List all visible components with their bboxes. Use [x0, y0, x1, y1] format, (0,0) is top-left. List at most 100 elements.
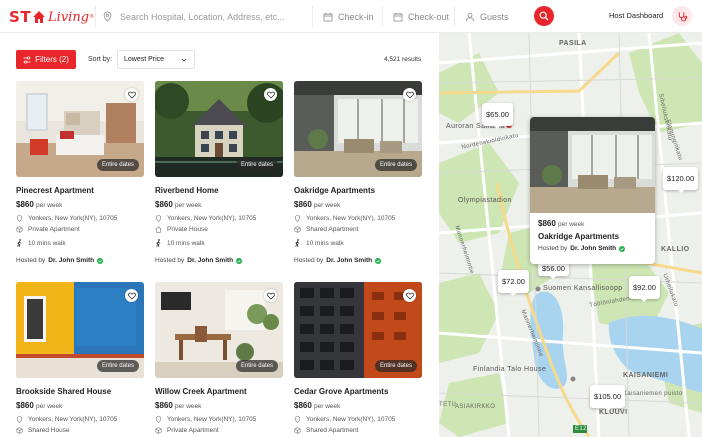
map-label-finlandia: Finlandia Talo House — [473, 366, 547, 373]
map-label-kaisaniemen-puisto: Kaisaniemen puisto — [623, 391, 683, 397]
popup-price: $860 per week — [538, 219, 655, 228]
location-pin-icon — [16, 215, 23, 222]
home-icon — [155, 226, 162, 233]
listing-card[interactable]: Entire dates Riverbend Home $860 per wee… — [155, 81, 283, 264]
header-divider — [95, 6, 96, 27]
listing-location: Yonkers, New York(NY), 10705 — [155, 215, 283, 222]
host-name[interactable]: Dr. John Smith — [48, 257, 94, 264]
map-price-pin[interactable]: $72.00 — [498, 270, 529, 296]
popup-host-info: Hosted by Dr. John Smith — [538, 245, 655, 252]
cube-icon — [155, 427, 162, 434]
map-price-pin[interactable]: $105.00 — [590, 385, 626, 411]
user-menu-button[interactable] — [672, 6, 692, 26]
walk-text: 10 mins walk — [28, 239, 66, 247]
host-dashboard-link[interactable]: Host Dashboard — [609, 11, 663, 20]
listing-photo[interactable]: Entire dates — [155, 81, 283, 177]
filters-button[interactable]: Filters (2) — [16, 50, 76, 69]
calendar-icon — [323, 12, 333, 21]
heart-icon — [127, 91, 136, 99]
listing-type: Shared House — [16, 427, 144, 434]
listing-name[interactable]: Brookside Shared House — [16, 387, 144, 396]
checkin-field[interactable]: Check-in — [323, 10, 374, 23]
entire-dates-badge: Entire dates — [96, 360, 139, 372]
location-text: Yonkers, New York(NY), 10705 — [28, 215, 118, 222]
listing-card[interactable]: Entire dates Cedar Grove Apartments $860… — [294, 282, 422, 434]
price-amount: $860 — [155, 200, 173, 209]
map-listing-popup[interactable]: $860 per week Oakridge Apartments Hosted… — [530, 117, 655, 264]
listing-name[interactable]: Riverbend Home — [155, 186, 283, 195]
map-label-suomen: Suomen Kansallisoopp — [543, 285, 623, 292]
location-text: Yonkers, New York(NY), 10705 — [306, 416, 396, 423]
listing-photo[interactable]: Entire dates — [294, 282, 422, 378]
favorite-button[interactable] — [264, 88, 277, 101]
listing-name[interactable]: Oakridge Apartments — [294, 186, 422, 195]
listing-name[interactable]: Cedar Grove Apartments — [294, 387, 422, 396]
listing-name[interactable]: Willow Creek Apartment — [155, 387, 283, 396]
guests-field[interactable]: Guests — [465, 10, 509, 23]
favorite-button[interactable] — [403, 88, 416, 101]
listing-photo[interactable]: Entire dates — [16, 81, 144, 177]
verified-check-icon — [619, 245, 626, 252]
host-name[interactable]: Dr. John Smith — [326, 257, 372, 264]
brand-logo[interactable]: ST Living ® — [9, 7, 94, 27]
map-price-pin[interactable]: $120.00 — [663, 167, 699, 193]
listing-card[interactable]: Entire dates Willow Creek Apartment $860… — [155, 282, 283, 434]
sort-label: Sort by: — [88, 56, 113, 63]
listing-card[interactable]: Entire dates Brookside Shared House $860… — [16, 282, 144, 434]
listing-price: $860 per week — [155, 401, 283, 410]
filters-label: Filters (2) — [35, 55, 69, 64]
checkout-field[interactable]: Check-out — [393, 10, 449, 23]
host-info: Hosted by Dr. John Smith — [16, 257, 144, 264]
map-label-asiakirkko: ASIAKIRKKO — [455, 404, 496, 410]
location-pin-icon — [155, 416, 162, 423]
entire-dates-badge: Entire dates — [235, 360, 278, 372]
popup-price-unit: per week — [558, 221, 585, 228]
listing-photo[interactable]: Entire dates — [155, 282, 283, 378]
listing-name[interactable]: Pinecrest Apartment — [16, 186, 144, 195]
map-label-kaisaniemi: KAISANIEMI — [623, 372, 669, 379]
sort-select[interactable]: Lowest Price — [117, 50, 195, 69]
map-label-e12: E12 — [575, 426, 587, 432]
popup-listing-name[interactable]: Oakridge Apartments — [538, 232, 655, 241]
walking-icon — [295, 239, 300, 247]
listing-photo[interactable]: Entire dates — [16, 282, 144, 378]
verified-check-icon — [97, 257, 104, 264]
listing-location: Yonkers, New York(NY), 10705 — [16, 215, 144, 222]
map-label-olympiastadion: Olympiastadion — [458, 197, 512, 204]
listing-type: Private Apartment — [16, 226, 144, 233]
search-input[interactable] — [120, 11, 300, 22]
location-text: Yonkers, New York(NY), 10705 — [28, 416, 118, 423]
cube-icon — [16, 427, 23, 434]
hosted-by-label: Hosted by — [16, 257, 46, 264]
walk-text: 10 mins walk — [306, 239, 344, 247]
type-text: Private House — [167, 226, 208, 233]
stethoscope-icon — [678, 11, 687, 21]
header-divider — [454, 6, 455, 27]
favorite-button[interactable] — [403, 289, 416, 302]
location-text: Yonkers, New York(NY), 10705 — [167, 416, 257, 423]
favorite-button[interactable] — [125, 289, 138, 302]
listing-type: Private House — [155, 226, 283, 233]
popup-host-name[interactable]: Dr. John Smith — [570, 245, 616, 252]
type-text: Shared Apartment — [306, 427, 359, 434]
price-unit: per week — [36, 202, 63, 209]
map-price-pin[interactable]: $65.00 — [482, 103, 513, 129]
popup-price-amount: $860 — [538, 219, 556, 228]
balcony-photo-image — [530, 117, 655, 213]
host-info: Hosted by Dr. John Smith — [155, 257, 283, 264]
favorite-button[interactable] — [264, 289, 277, 302]
listing-card[interactable]: Entire dates Pinecrest Apartment $860 pe… — [16, 81, 144, 264]
search-button[interactable] — [534, 6, 554, 26]
map-panel[interactable]: PASILA Auroran Sairaala Olympiastadion K… — [439, 33, 702, 437]
listing-location: Yonkers, New York(NY), 10705 — [294, 215, 422, 222]
map-price-pin[interactable]: $92.00 — [629, 276, 660, 302]
favorite-button[interactable] — [125, 88, 138, 101]
search-box[interactable] — [102, 8, 307, 25]
header-divider — [312, 6, 313, 27]
heart-icon — [405, 91, 414, 99]
entire-dates-badge: Entire dates — [96, 159, 139, 171]
listing-photo[interactable]: Entire dates — [294, 81, 422, 177]
host-name[interactable]: Dr. John Smith — [187, 257, 233, 264]
listing-card[interactable]: Entire dates Oakridge Apartments $860 pe… — [294, 81, 422, 264]
cube-icon — [294, 427, 301, 434]
